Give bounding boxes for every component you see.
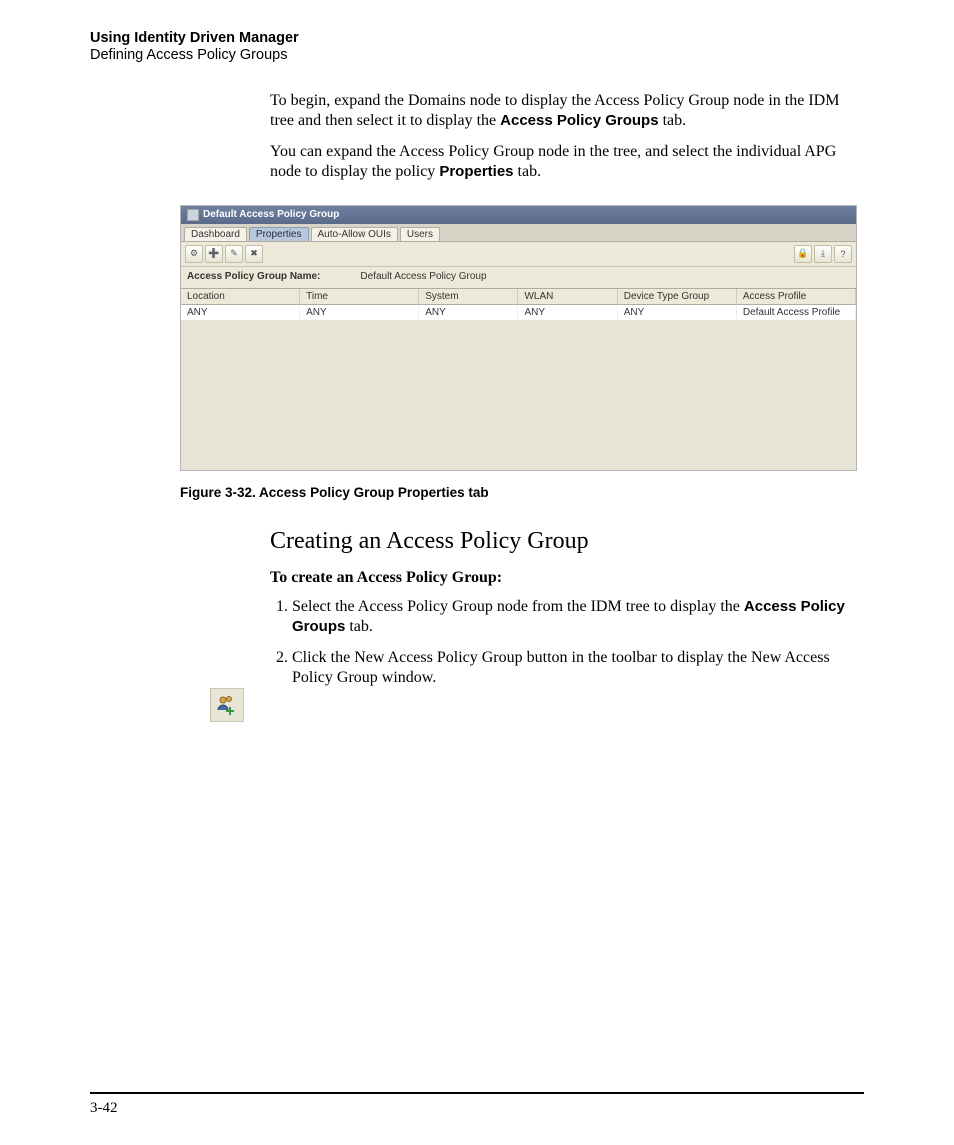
grid-row[interactable]: ANY ANY ANY ANY ANY Default Access Profi… [181, 305, 856, 320]
text: tab. [659, 112, 687, 129]
col-location[interactable]: Location [181, 289, 300, 305]
toolbar-help-icon[interactable]: ? [834, 245, 852, 263]
section-heading: Creating an Access Policy Group [270, 528, 864, 555]
figure-caption: Figure 3-32. Access Policy Group Propert… [180, 485, 864, 500]
col-time[interactable]: Time [300, 289, 419, 305]
header-title: Using Identity Driven Manager [90, 30, 864, 46]
page-number: 3-42 [90, 1100, 118, 1116]
page-header: Using Identity Driven Manager Defining A… [90, 30, 864, 63]
cell: ANY [300, 305, 419, 320]
cell: ANY [181, 305, 300, 320]
cell: ANY [518, 305, 617, 320]
tab-strip: Dashboard Properties Auto-Allow OUIs Use… [181, 224, 856, 242]
text: Select the Access Policy Group node from… [292, 598, 744, 615]
intro-paragraph-2: You can expand the Access Policy Group n… [270, 142, 864, 183]
toolbar-btn-3[interactable]: ✎ [225, 245, 243, 263]
new-apg-button-icon [210, 688, 244, 722]
tab-auto-allow-ouis[interactable]: Auto-Allow OUIs [311, 227, 398, 241]
intro-block: To begin, expand the Domains node to dis… [270, 91, 864, 183]
name-value: Default Access Policy Group [360, 271, 486, 282]
tab-dashboard[interactable]: Dashboard [184, 227, 247, 241]
toolbar-btn-4[interactable]: ✖ [245, 245, 263, 263]
toolbar-btn-2[interactable]: ➕ [205, 245, 223, 263]
step-list: Select the Access Policy Group node from… [270, 597, 864, 689]
intro-paragraph-1: To begin, expand the Domains node to dis… [270, 91, 864, 132]
toolbar-lock-icon[interactable]: 🔒 [794, 245, 812, 263]
cell: ANY [419, 305, 518, 320]
tab-properties[interactable]: Properties [249, 227, 309, 241]
step-1: Select the Access Policy Group node from… [292, 597, 864, 638]
screenshot-panel: Default Access Policy Group Dashboard Pr… [180, 205, 857, 471]
col-system[interactable]: System [419, 289, 518, 305]
cell: ANY [618, 305, 737, 320]
bold-term: Access Policy Groups [500, 112, 658, 129]
page-footer: 3-42 [90, 1092, 864, 1117]
window-titlebar: Default Access Policy Group [181, 206, 856, 224]
text: tab. [514, 163, 542, 180]
toolbar-export-icon[interactable]: ⤓ [814, 245, 832, 263]
grid-empty-area [181, 320, 856, 470]
step-2: Click the New Access Policy Group button… [292, 648, 864, 689]
text: You can expand the Access Policy Group n… [270, 143, 836, 180]
section-lead: To create an Access Policy Group: [270, 569, 864, 587]
data-grid: Location Time System WLAN Device Type Gr… [181, 288, 856, 470]
info-row: Access Policy Group Name: Default Access… [181, 267, 856, 288]
cell: Default Access Profile [737, 305, 856, 320]
grid-header: Location Time System WLAN Device Type Gr… [181, 289, 856, 305]
header-subtitle: Defining Access Policy Groups [90, 47, 864, 63]
window-title: Default Access Policy Group [203, 209, 339, 220]
toolbar-btn-1[interactable]: ⚙ [185, 245, 203, 263]
tab-users[interactable]: Users [400, 227, 440, 241]
people-plus-icon [215, 693, 239, 717]
text: tab. [345, 618, 373, 635]
name-label: Access Policy Group Name: [187, 271, 320, 282]
window-icon [187, 209, 199, 221]
col-access-profile[interactable]: Access Profile [737, 289, 856, 305]
text: Click the New Access Policy Group button… [292, 649, 830, 686]
toolbar: ⚙ ➕ ✎ ✖ 🔒 ⤓ ? [181, 242, 856, 267]
col-device-type-group[interactable]: Device Type Group [618, 289, 737, 305]
bold-term: Properties [439, 163, 513, 180]
col-wlan[interactable]: WLAN [518, 289, 617, 305]
